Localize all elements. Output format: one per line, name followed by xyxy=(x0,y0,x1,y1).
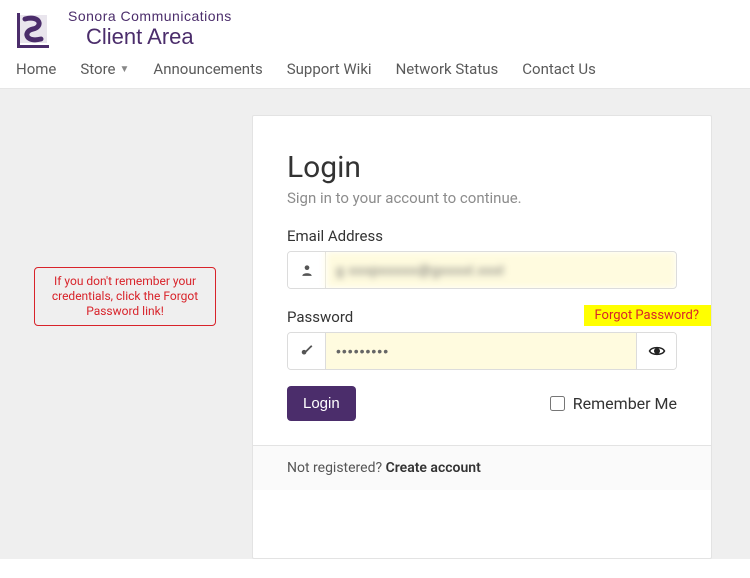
login-card-footer: Not registered? Create account xyxy=(253,445,711,490)
forgot-password-link[interactable]: Forgot Password? xyxy=(584,305,711,326)
nav-announcements[interactable]: Announcements xyxy=(153,60,262,78)
main-area: If you don't remember your credentials, … xyxy=(0,89,750,559)
key-icon xyxy=(288,333,326,369)
action-row: Login Remember Me xyxy=(287,386,677,421)
main-nav: Home Store ▼ Announcements Support Wiki … xyxy=(0,54,750,89)
password-input-group xyxy=(287,332,677,370)
create-account-link[interactable]: Create account xyxy=(386,460,481,476)
nav-support-wiki[interactable]: Support Wiki xyxy=(287,60,372,78)
password-input[interactable] xyxy=(326,333,636,369)
email-label: Email Address xyxy=(287,227,677,245)
email-input-group xyxy=(287,251,677,289)
header: Sonora Communications Client Area xyxy=(0,0,750,54)
email-input[interactable] xyxy=(326,252,676,288)
remember-me-checkbox[interactable] xyxy=(550,396,565,411)
brand-logo xyxy=(12,8,54,50)
login-card-body: Login Sign in to your account to continu… xyxy=(253,116,711,445)
user-icon xyxy=(288,252,326,288)
password-label: Password xyxy=(287,308,353,326)
login-title: Login xyxy=(287,150,677,185)
nav-contact[interactable]: Contact Us xyxy=(522,60,596,78)
annotation-callout: If you don't remember your credentials, … xyxy=(34,267,216,326)
remember-me[interactable]: Remember Me xyxy=(550,394,677,413)
toggle-password-visibility[interactable] xyxy=(636,333,676,369)
login-subtitle: Sign in to your account to continue. xyxy=(287,189,677,207)
footer-prefix: Not registered? xyxy=(287,460,386,476)
login-card: Login Sign in to your account to continu… xyxy=(252,115,712,559)
brand-text: Sonora Communications Client Area xyxy=(68,8,232,50)
nav-network-status[interactable]: Network Status xyxy=(396,60,499,78)
brand-line1: Sonora Communications xyxy=(68,8,232,24)
brand-line2: Client Area xyxy=(86,24,232,50)
nav-store-label: Store xyxy=(80,60,115,78)
nav-store[interactable]: Store ▼ xyxy=(80,60,129,78)
remember-me-label: Remember Me xyxy=(573,394,677,413)
login-button[interactable]: Login xyxy=(287,386,356,421)
nav-home[interactable]: Home xyxy=(16,60,56,78)
caret-down-icon: ▼ xyxy=(120,64,130,75)
